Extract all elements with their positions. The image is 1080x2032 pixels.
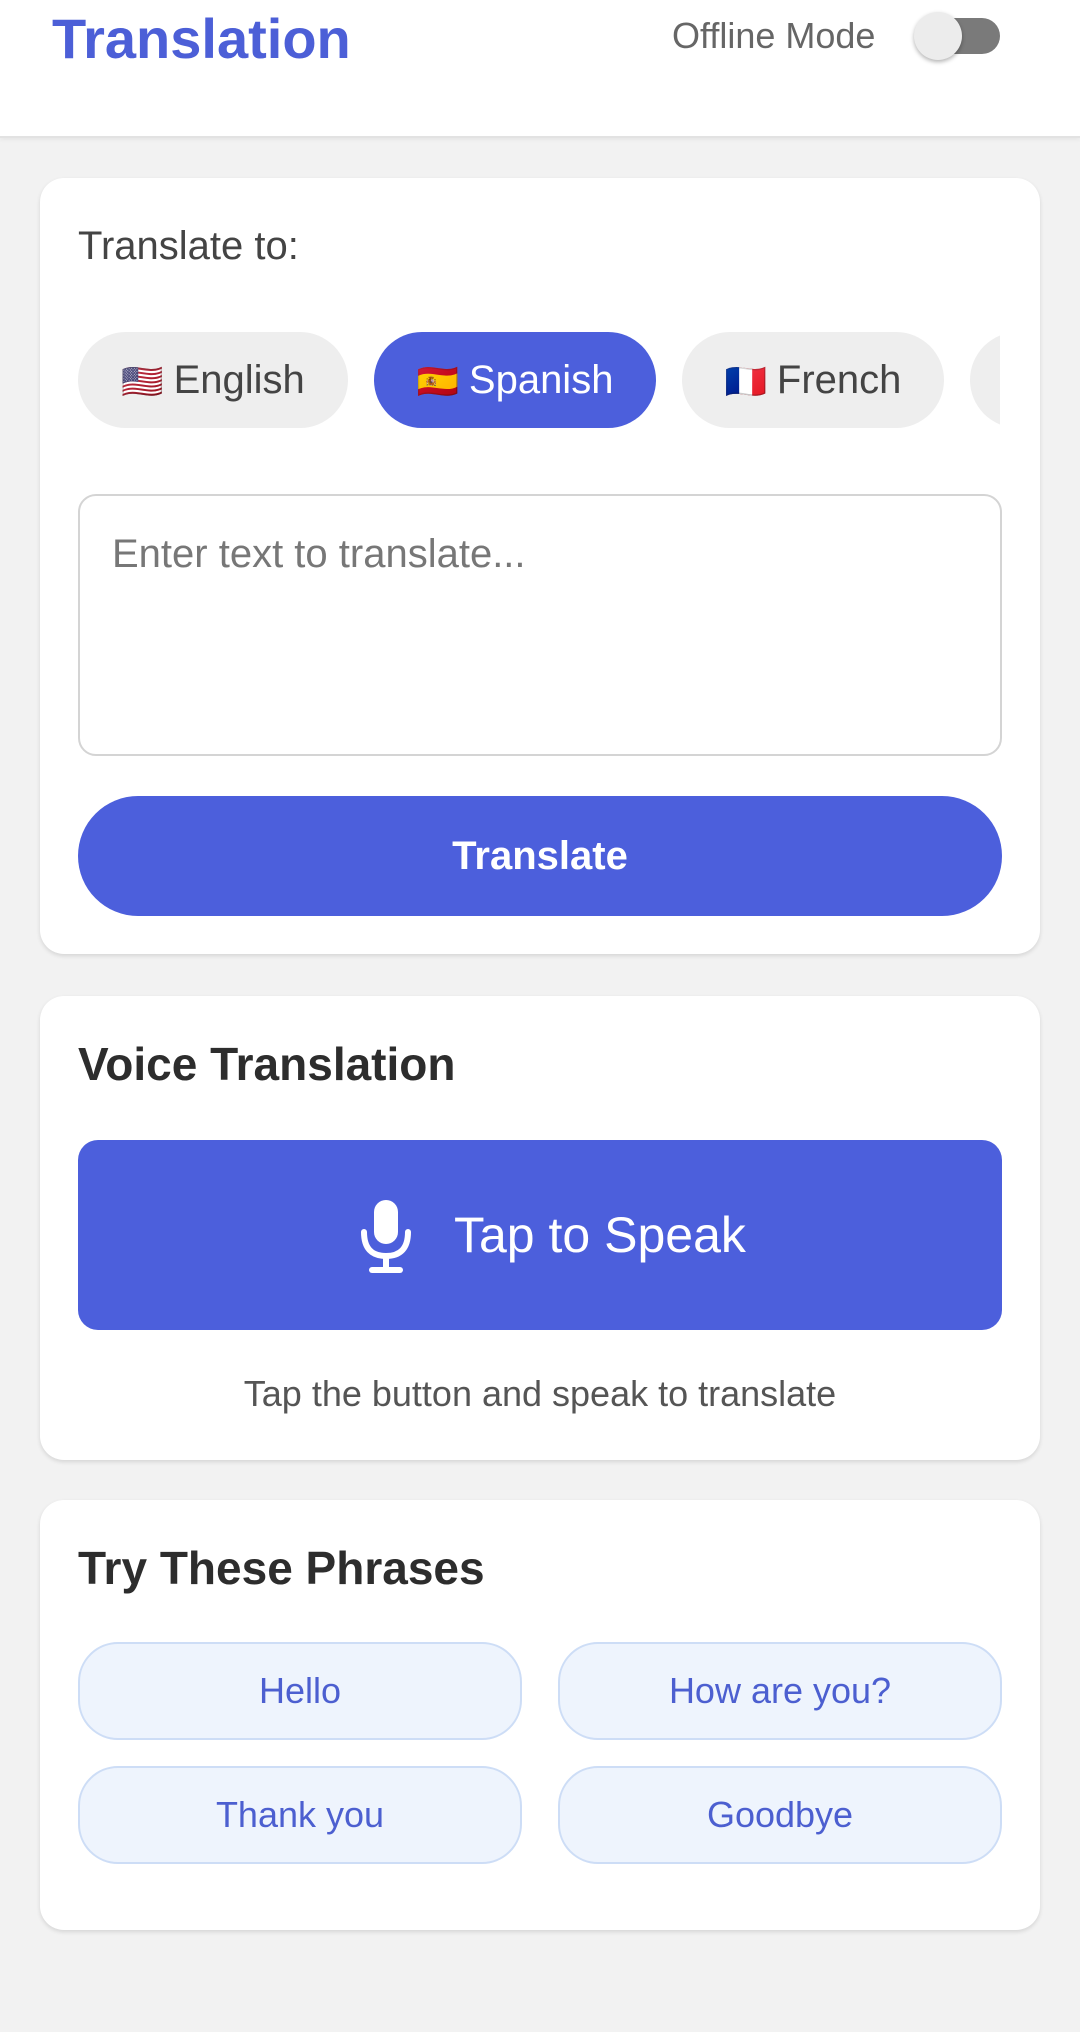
language-selector: 🇺🇸 English 🇪🇸 Spanish 🇫🇷 French: [78, 332, 1000, 428]
language-chip-label: French: [776, 358, 902, 402]
phrase-how-are-you-button[interactable]: How are you?: [558, 1642, 1002, 1740]
app-title: Translation: [52, 7, 351, 70]
microphone-icon: [361, 1200, 411, 1273]
language-chip-french[interactable]: 🇫🇷 French: [682, 332, 944, 428]
language-chip-english[interactable]: 🇺🇸 English: [78, 332, 348, 428]
spain-flag-icon: 🇪🇸: [416, 363, 459, 401]
tap-to-speak-label: Tap to Speak: [454, 1207, 746, 1263]
language-chip-spanish[interactable]: 🇪🇸 Spanish: [374, 332, 656, 428]
language-chip-partial[interactable]: [970, 332, 1000, 428]
phrases-card: Try These Phrases Hello How are you? Tha…: [40, 1500, 1040, 1930]
phrases-title: Try These Phrases: [78, 1542, 485, 1594]
voice-translation-card: Voice Translation Tap to Speak Tap the b…: [40, 996, 1040, 1460]
translate-text-input[interactable]: [78, 494, 1002, 756]
phrase-thank-you-button[interactable]: Thank you: [78, 1766, 522, 1864]
translate-to-label: Translate to:: [78, 224, 299, 268]
translate-button[interactable]: Translate: [78, 796, 1002, 916]
translate-card: Translate to: 🇺🇸 English 🇪🇸 Spanish 🇫🇷 Fren…: [40, 178, 1040, 954]
voice-hint-text: Tap the button and speak to translate: [243, 1373, 837, 1414]
france-flag-icon: 🇫🇷: [724, 363, 767, 401]
voice-translation-title: Voice Translation: [78, 1038, 456, 1090]
language-chip-label: English: [173, 358, 305, 402]
offline-mode-toggle[interactable]: [914, 12, 1000, 60]
phrase-hello-button[interactable]: Hello: [78, 1642, 522, 1740]
offline-mode-label: Offline Mode: [672, 15, 876, 56]
phrase-goodbye-button[interactable]: Goodbye: [558, 1766, 1002, 1864]
app-header: Translation Offline Mode: [0, 0, 1080, 138]
language-chip-label: Spanish: [468, 358, 614, 402]
tap-to-speak-button[interactable]: Tap to Speak: [78, 1140, 1002, 1330]
toggle-knob: [914, 12, 962, 60]
us-flag-icon: 🇺🇸: [121, 363, 164, 401]
